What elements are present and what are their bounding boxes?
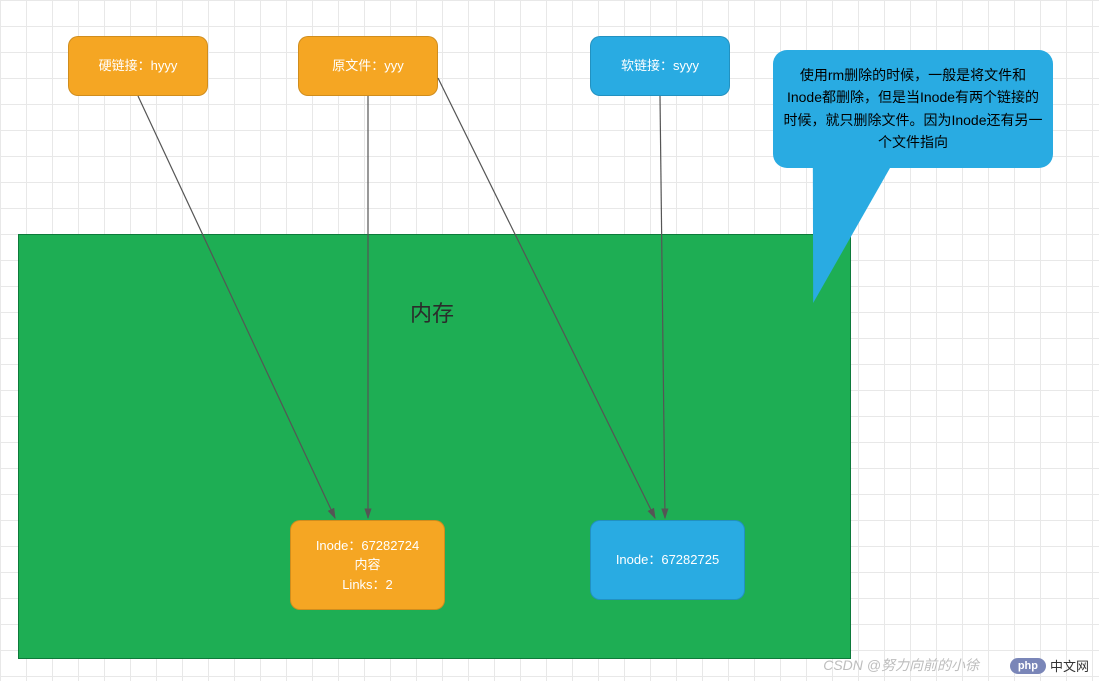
php-badge: php [1010,658,1046,674]
inode2-line1: Inode：67282725 [616,550,719,570]
inode1-line2: 内容 [354,555,380,575]
node-softlink: 软链接：syyy [590,36,730,96]
callout-bubble: 使用rm删除的时候，一般是将文件和Inode都删除，但是当Inode有两个链接的… [773,50,1053,168]
node-origfile-label: 原文件：yyy [332,56,404,76]
node-inode1: Inode：67282724 内容 Links：2 [290,520,445,610]
inode1-line1: Inode：67282724 [316,536,419,556]
node-origfile: 原文件：yyy [298,36,438,96]
node-hardlink: 硬链接：hyyy [68,36,208,96]
node-hardlink-label: 硬链接：hyyy [99,56,178,76]
watermark-csdn: CSDN @努力向前的小徐 [823,655,979,675]
callout-text: 使用rm删除的时候，一般是将文件和Inode都删除，但是当Inode有两个链接的… [783,67,1042,150]
node-inode2: Inode：67282725 [590,520,745,600]
watermark-php: php 中文网 [1010,656,1089,675]
callout-tail [793,163,893,303]
php-text: 中文网 [1050,656,1089,675]
inode1-line3: Links：2 [342,575,393,595]
memory-label: 内存 [410,296,454,328]
node-softlink-label: 软链接：syyy [621,56,699,76]
